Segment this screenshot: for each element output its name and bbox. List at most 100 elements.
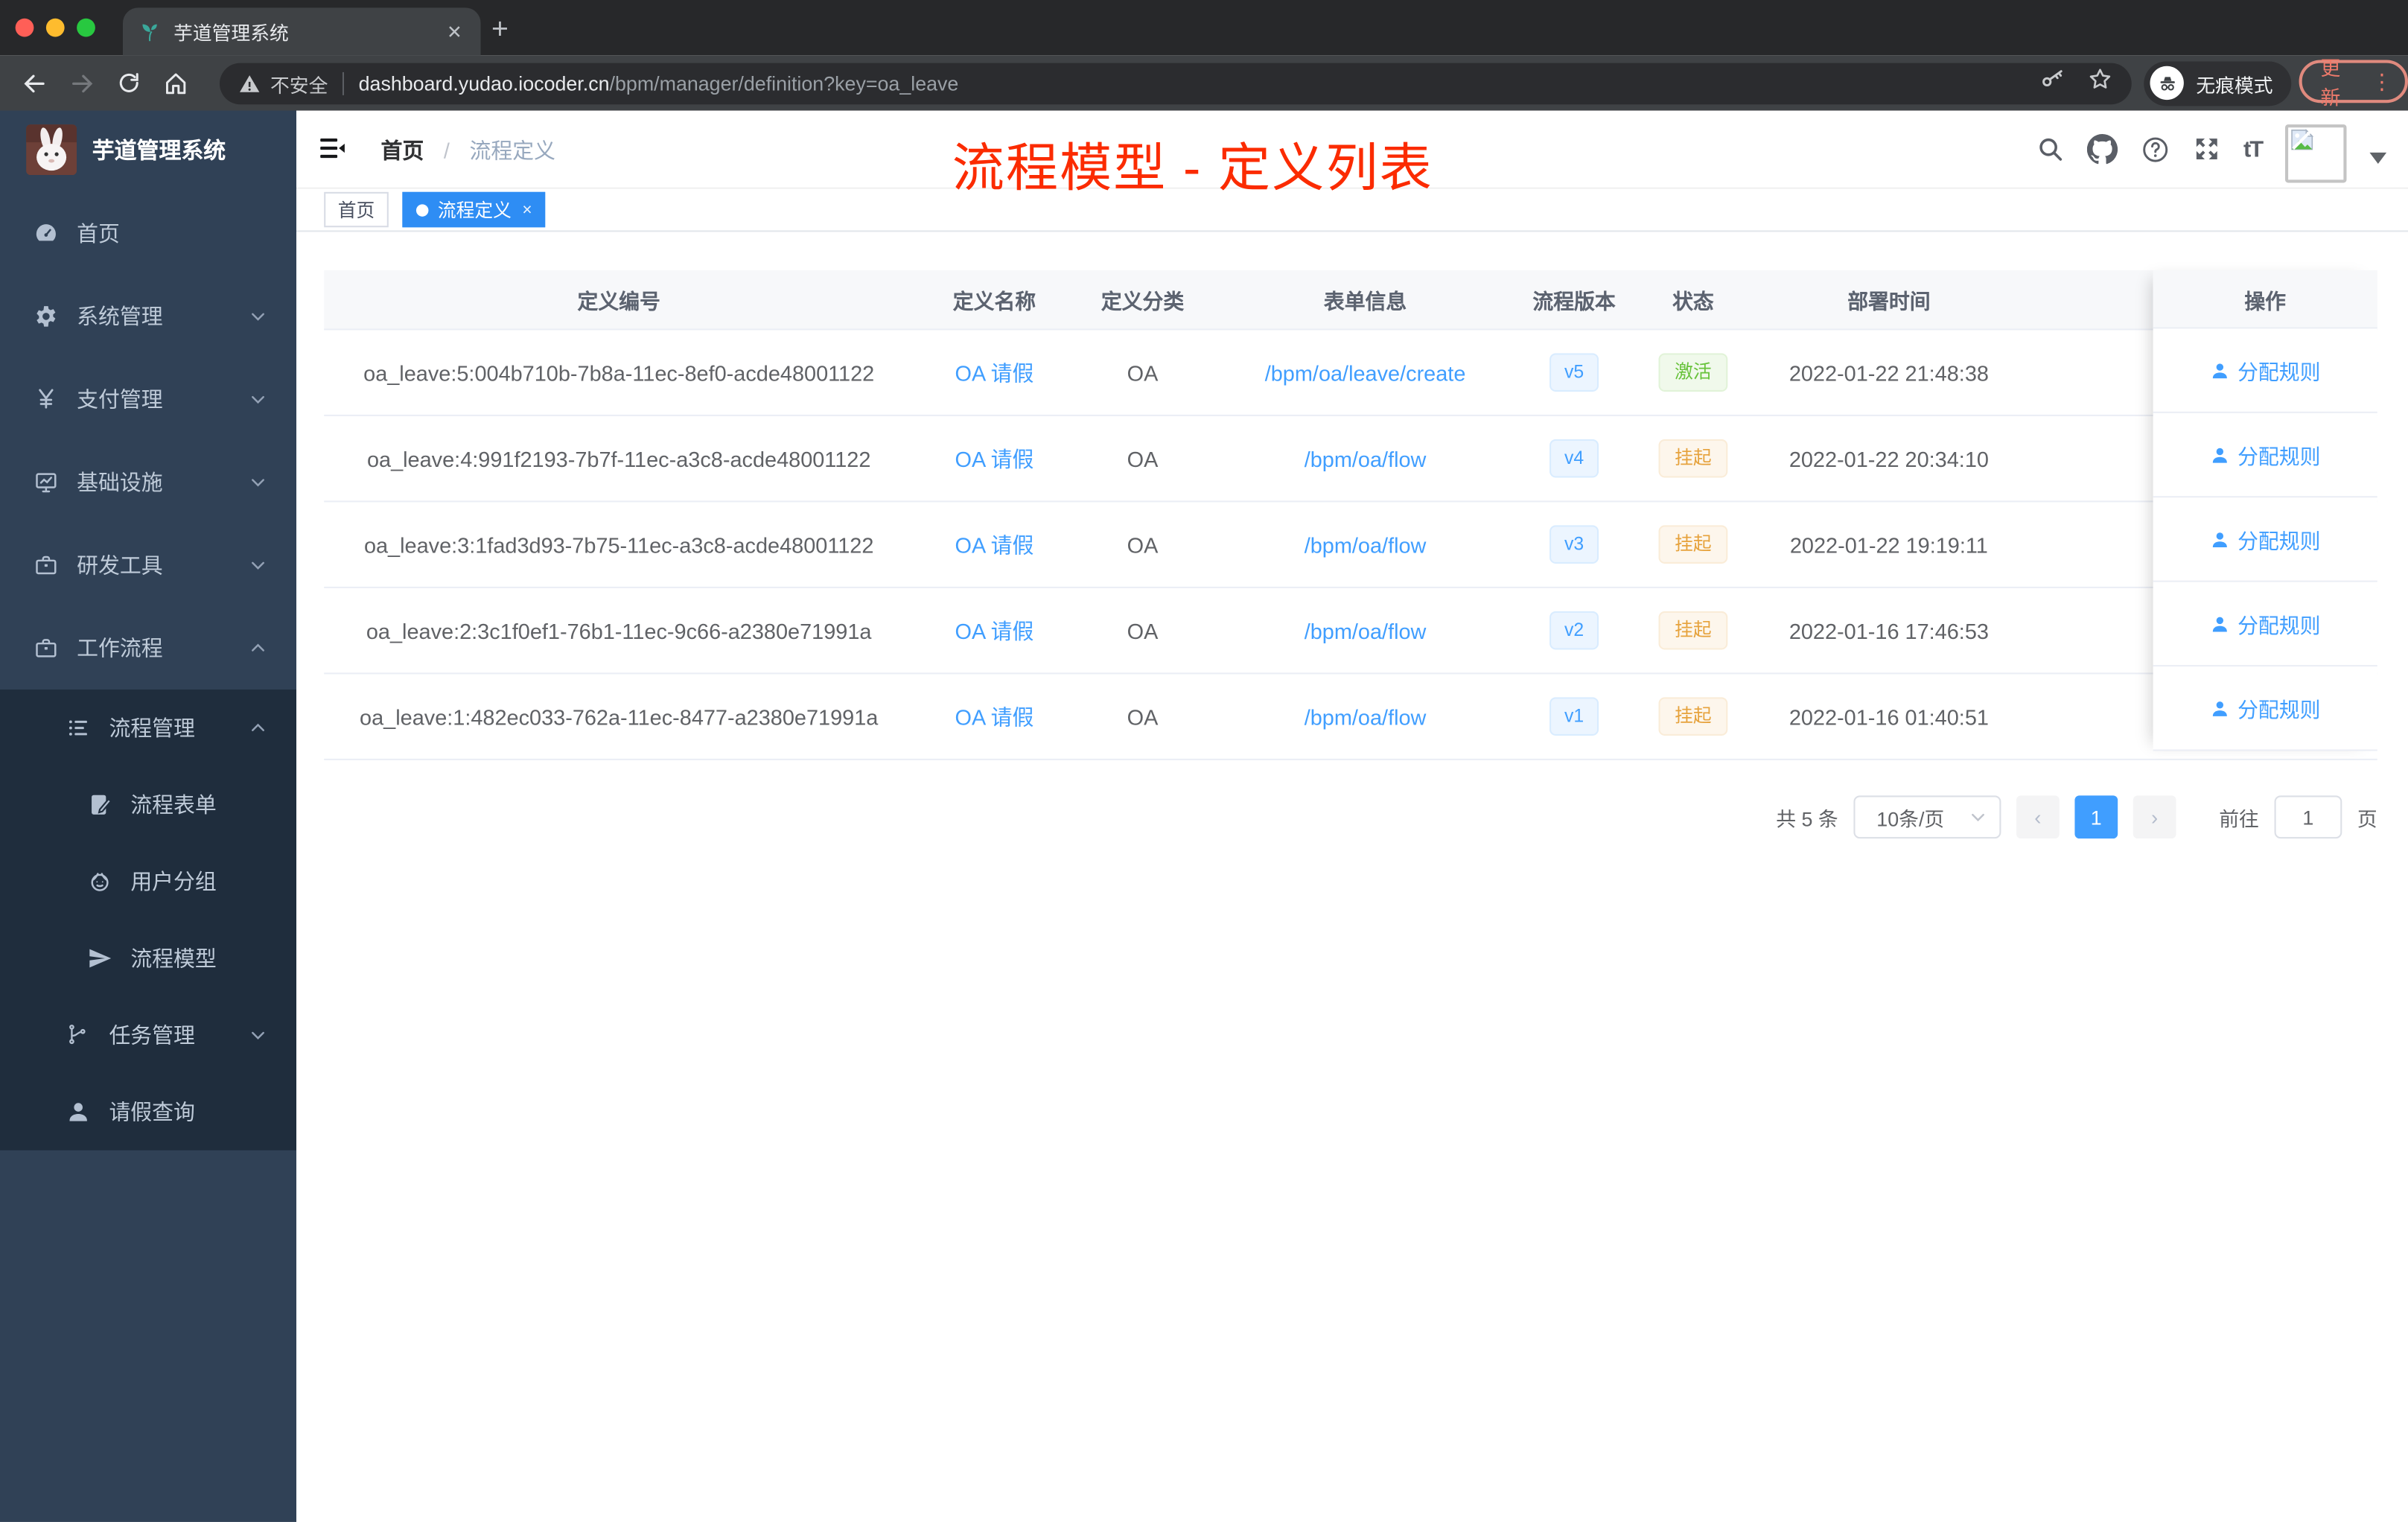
assign-rule-link[interactable]: 分配规则 [2237, 608, 2320, 639]
sidebar-item-label: 工作流程 [77, 635, 163, 660]
url-bar[interactable]: 不安全 dashboard.yudao.iocoder.cn/bpm/manag… [219, 62, 2132, 104]
tag-close-icon[interactable]: × [522, 200, 532, 219]
tab-close-icon[interactable]: ✕ [444, 21, 465, 42]
form-info-link[interactable]: /bpm/oa/flow [1305, 446, 1427, 471]
form-info-link[interactable]: /bpm/oa/flow [1305, 532, 1427, 557]
sidebar-item-workflow[interactable]: 工作流程 [0, 607, 296, 690]
minimize-window-button[interactable] [45, 18, 65, 37]
bookmark-star-icon[interactable] [2087, 66, 2113, 100]
sidebar-item-process-model[interactable]: 流程模型 [0, 920, 296, 996]
assign-user-icon [2210, 445, 2230, 465]
definition-name-link[interactable]: OA 请假 [955, 704, 1033, 729]
assign-user-icon [2210, 529, 2230, 550]
table-cell: OA [1075, 446, 1211, 471]
tag-item[interactable]: 首页 [324, 191, 389, 228]
definition-id: oa_leave:2:3c1f0ef1-76b1-11ec-9c66-a2380… [366, 618, 872, 643]
sidebar-item-process-management[interactable]: 流程管理 [0, 690, 296, 766]
definition-name-link[interactable]: OA 请假 [955, 532, 1033, 557]
table-row: oa_leave:2:3c1f0ef1-76b1-11ec-9c66-a2380… [324, 588, 2377, 675]
dashboard-icon [34, 221, 58, 246]
back-icon[interactable] [22, 70, 48, 96]
current-page-button[interactable]: 1 [2074, 795, 2118, 839]
form-info-link[interactable]: /bpm/oa/flow [1305, 618, 1427, 643]
url-host[interactable]: dashboard.yudao.iocoder.cn [359, 71, 610, 95]
close-window-button[interactable] [15, 18, 34, 37]
chevron-down-icon [249, 308, 267, 326]
page-size-select[interactable]: 10条/页 [1853, 795, 2001, 839]
user-avatar[interactable] [2285, 124, 2347, 183]
sidebar-item-process-form[interactable]: 流程表单 [0, 766, 296, 843]
home-icon[interactable] [163, 70, 189, 96]
new-tab-button[interactable]: + [491, 9, 509, 52]
pagination: 共 5 条 10条/页 ‹ 1 › 前往 页 [324, 795, 2377, 839]
next-page-button[interactable]: › [2133, 795, 2176, 839]
reload-icon[interactable] [117, 71, 141, 95]
zoom-window-button[interactable] [77, 18, 95, 37]
macos-traffic-lights[interactable] [15, 18, 95, 37]
sidebar-item-infrastructure[interactable]: 基础设施 [0, 441, 296, 523]
prev-page-button[interactable]: ‹ [2016, 795, 2060, 839]
table-cell: /bpm/oa/leave/create [1210, 360, 1520, 385]
sidebar-item-leave-query[interactable]: 请假查询 [0, 1074, 296, 1150]
sidebar-item-label: 研发工具 [77, 553, 163, 578]
sidebar-item-payment[interactable]: 支付管理 [0, 358, 296, 441]
action-cell: 分配规则 [2153, 497, 2377, 582]
status-badge: 挂起 [1659, 439, 1727, 478]
sidebar-logo[interactable]: 芋道管理系统 [0, 111, 296, 188]
sidebar-item-label: 支付管理 [77, 386, 163, 412]
page-unit-label: 页 [2357, 806, 2377, 830]
github-icon[interactable] [2086, 133, 2118, 165]
table-row: oa_leave:4:991f2193-7b7f-11ec-a3c8-acde4… [324, 416, 2377, 503]
browser-menu-icon[interactable]: ⋮ [2372, 69, 2393, 95]
deploy-time: 2022-01-22 19:19:11 [1789, 532, 1988, 557]
font-size-icon[interactable]: tT [2243, 136, 2264, 162]
definition-name-link[interactable]: OA 请假 [955, 360, 1033, 385]
table-cell: 2022-01-16 17:46:53 [1759, 618, 2020, 643]
definition-category: OA [1127, 360, 1159, 385]
table-cell: OA 请假 [914, 529, 1075, 560]
table-cell: 2022-01-22 20:34:10 [1759, 446, 2020, 471]
url-path[interactable]: /bpm/manager/definition?key=oa_leave [610, 71, 959, 95]
breadcrumb-home[interactable]: 首页 [381, 138, 424, 163]
sidebar-item-task-management[interactable]: 任务管理 [0, 997, 296, 1074]
chevron-down-icon [249, 556, 267, 575]
not-secure-label[interactable]: 不安全 [270, 69, 328, 98]
version-badge: v1 [1549, 697, 1599, 736]
sidebar-collapse-icon[interactable] [318, 133, 347, 171]
table-cell: v4 [1520, 439, 1628, 478]
sidebar-item-system[interactable]: 系统管理 [0, 275, 296, 357]
sidebar-item-home[interactable]: 首页 [0, 192, 296, 275]
chrome-update-button[interactable]: 更新 ⋮ [2299, 57, 2408, 109]
assign-rule-link[interactable]: 分配规则 [2237, 523, 2320, 554]
tab-title: 芋道管理系统 [173, 22, 289, 45]
definition-id: oa_leave:1:482ec033-762a-11ec-8477-a2380… [360, 704, 879, 729]
browser-tab[interactable]: 芋道管理系统 ✕ [123, 7, 481, 56]
key-icon[interactable] [2039, 66, 2065, 100]
assign-rule-link[interactable]: 分配规则 [2237, 439, 2320, 470]
table-cell: OA 请假 [914, 701, 1075, 732]
form-info-link[interactable]: /bpm/oa/flow [1305, 704, 1427, 729]
help-icon[interactable] [2141, 134, 2170, 163]
sidebar-item-dev-tools[interactable]: 研发工具 [0, 523, 296, 606]
definition-name-link[interactable]: OA 请假 [955, 446, 1033, 471]
breadcrumb-separator: / [443, 138, 450, 163]
url-divider [341, 71, 344, 95]
table-cell: /bpm/oa/flow [1210, 618, 1520, 643]
assign-rule-link[interactable]: 分配规则 [2237, 354, 2320, 385]
sidebar-item-user-group[interactable]: 用户分组 [0, 843, 296, 920]
forward-icon[interactable] [69, 70, 95, 96]
assign-rule-link[interactable]: 分配规则 [2237, 692, 2320, 723]
search-icon[interactable] [2036, 136, 2064, 163]
column-header: 定义分类 [1101, 290, 1185, 313]
form-info-link[interactable]: /bpm/oa/leave/create [1265, 360, 1466, 385]
table-fixed-action-column: 操作 分配规则 分配规则 分配规则 分配规则 分配规则 [2153, 270, 2377, 751]
fullscreen-icon[interactable] [2193, 136, 2220, 163]
deploy-time: 2022-01-22 21:48:38 [1789, 360, 1989, 385]
tag-active[interactable]: 流程定义 × [402, 191, 547, 228]
avatar-caret-icon[interactable] [2369, 152, 2387, 165]
definition-name-link[interactable]: OA 请假 [955, 618, 1033, 643]
not-secure-warning-icon[interactable] [238, 71, 261, 95]
logo-avatar [26, 124, 77, 175]
goto-page-input[interactable] [2274, 795, 2342, 839]
table-cell: OA 请假 [914, 615, 1075, 646]
